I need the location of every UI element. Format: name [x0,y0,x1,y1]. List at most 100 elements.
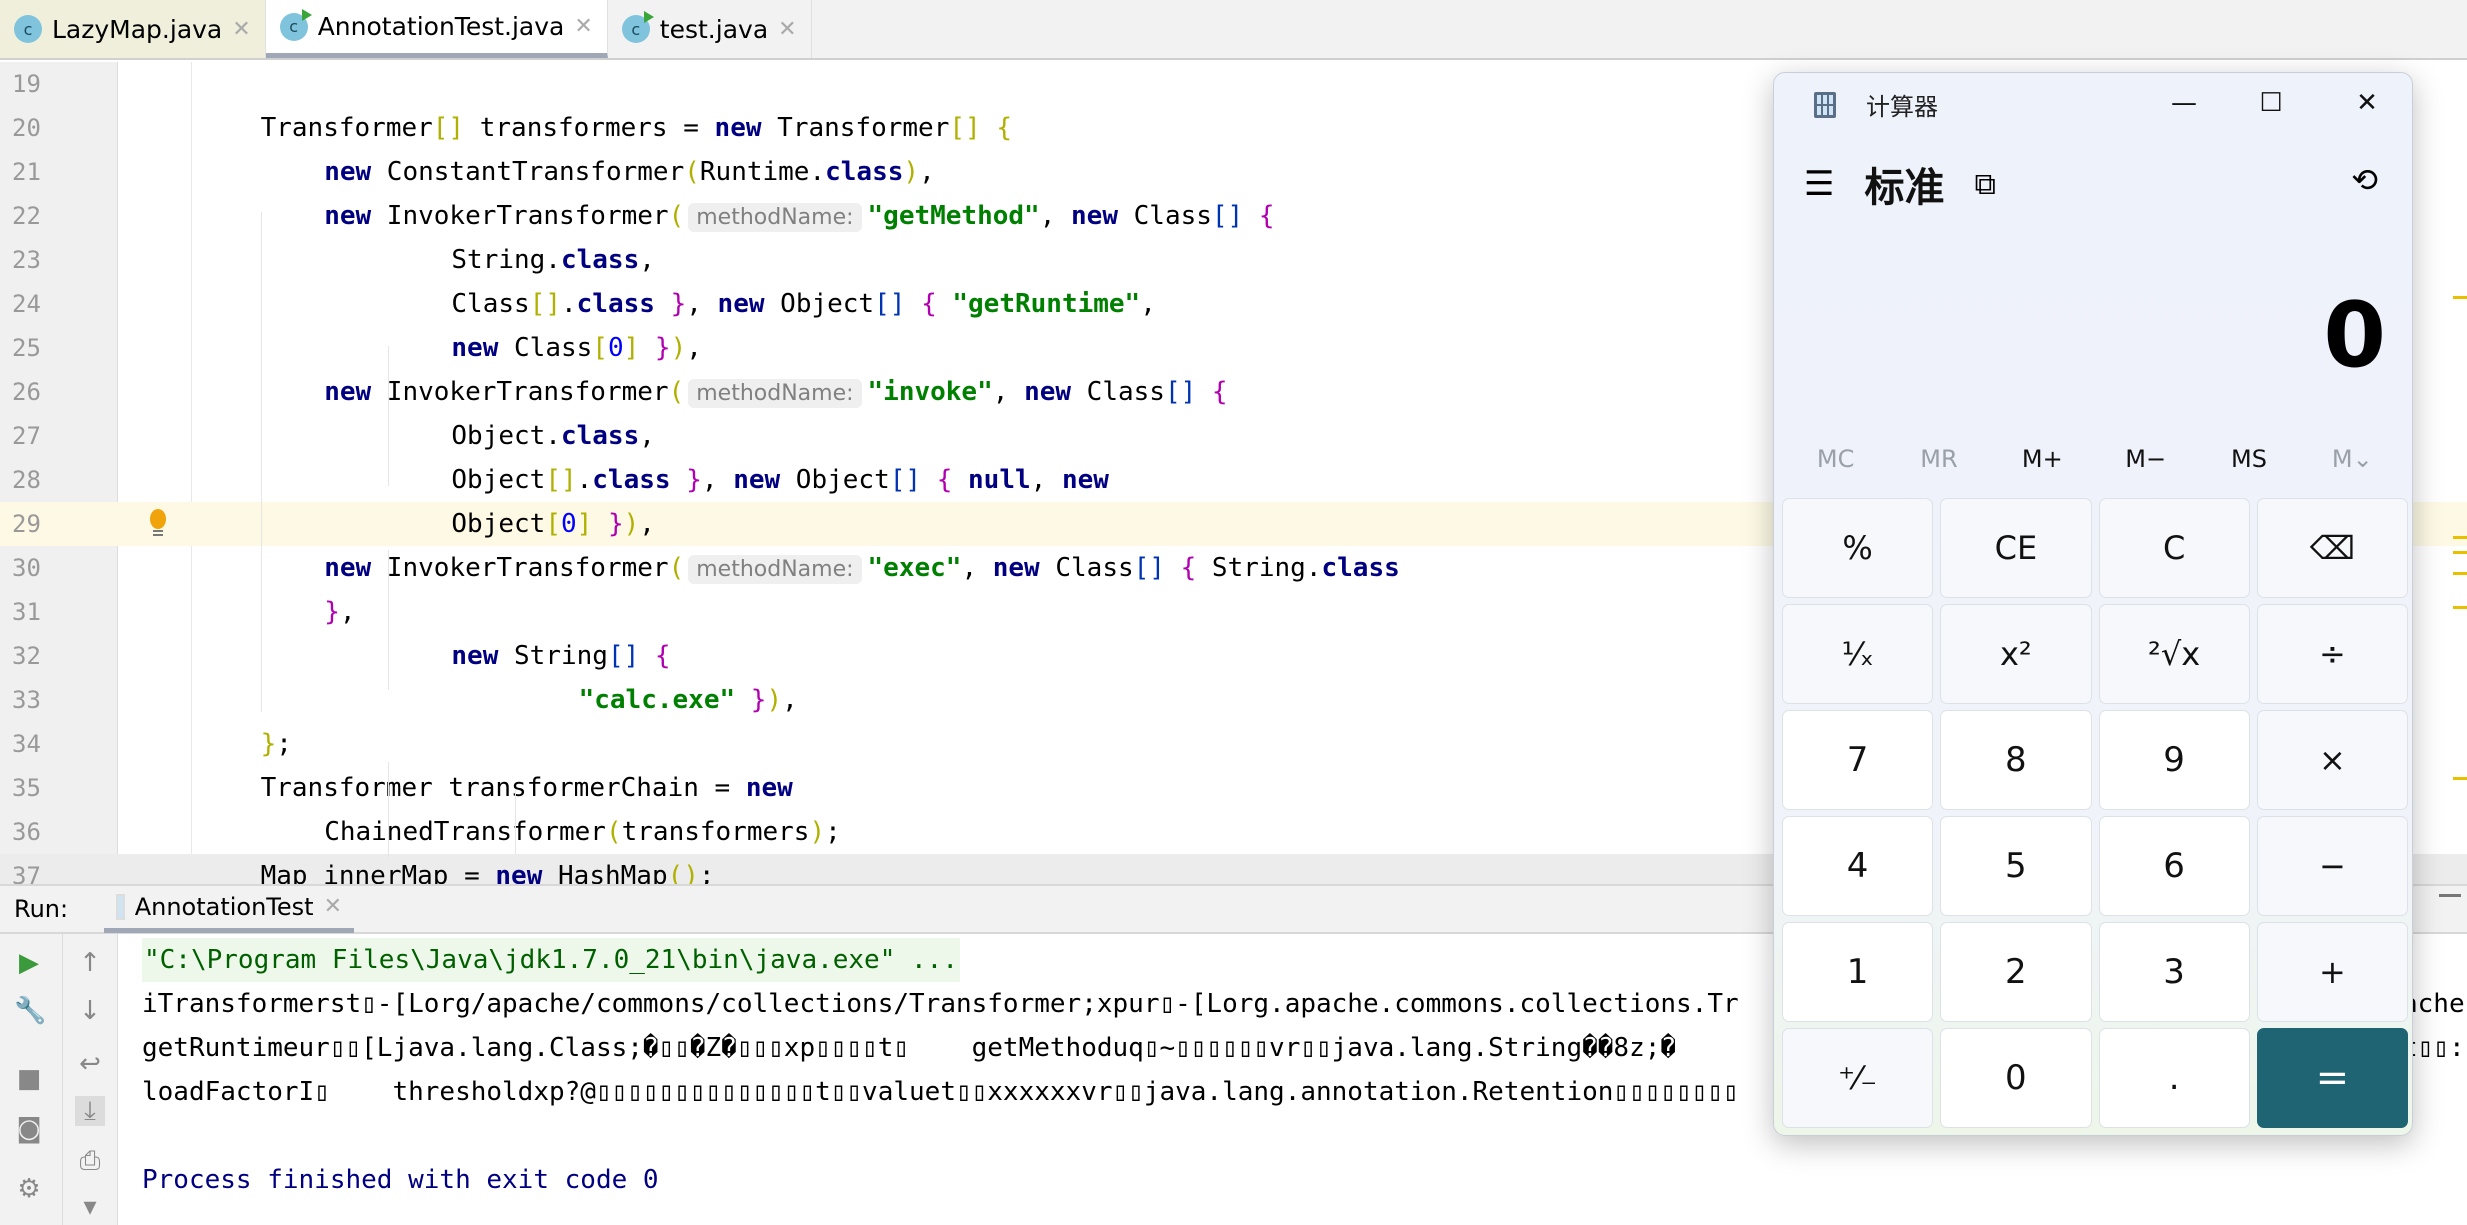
wrench-icon[interactable]: 🔧 [14,996,46,1026]
subtract-button[interactable]: − [2256,816,2408,916]
maximize-button[interactable]: ☐ [2246,83,2296,123]
close-icon[interactable]: ✕ [778,17,796,42]
digit-5-button[interactable]: 5 [1940,816,2092,916]
digit-3-button[interactable]: 3 [2098,922,2250,1022]
tab-test[interactable]: c test.java ✕ [608,0,812,58]
close-button[interactable]: ✕ [2342,83,2392,123]
code-token: ( [668,553,685,583]
clear-entry-button[interactable]: CE [1940,498,2092,598]
console-line: loadFactorI▯ thresholdxp?@▯▯▯▯▯▯▯▯▯▯▯▯▯▯… [142,1077,1739,1107]
equals-button[interactable]: = [2256,1028,2408,1128]
code-token: [ [545,509,561,539]
digit-4-button[interactable]: 4 [1782,816,1934,916]
memory-button[interactable]: M⌄ [2301,445,2404,473]
tab-annotationtest[interactable]: c AnnotationTest.java ✕ [265,0,608,58]
square-root-button[interactable]: ²√x [2098,604,2250,704]
settings-icon[interactable]: ⚙ [14,1174,44,1204]
code-token: { [1258,201,1275,231]
percent-button[interactable]: % [1782,498,1934,598]
code-token: String [498,641,608,671]
digit-7-button[interactable]: 7 [1782,710,1934,810]
reciprocal-button[interactable]: ¹⁄ₓ [1782,604,1934,704]
line-number: 34 [12,730,41,758]
soft-wrap-icon[interactable]: ↩ [75,1049,105,1079]
error-stripe-mark[interactable] [2453,296,2467,299]
code-token: String. [1196,553,1322,583]
line-number: 35 [12,774,41,802]
code-token: , [639,509,655,539]
code-token: 0 [607,333,624,363]
scroll-to-end-icon[interactable]: ⤓ [75,1096,105,1126]
run-config-icon [116,893,125,920]
negate-button[interactable]: ⁺⁄₋ [1782,1028,1934,1128]
error-stripe-mark[interactable] [2453,551,2467,554]
hamburger-menu-icon[interactable]: ☰ [1804,164,1834,204]
code-token: { [921,289,937,319]
arrow-up-icon[interactable]: ↑ [75,948,105,978]
code-token: . [576,465,593,495]
code-token: [] [432,113,465,143]
memory-button[interactable]: MR [1887,445,1990,473]
error-stripe-mark[interactable] [2453,536,2467,539]
close-icon[interactable]: ✕ [324,894,342,919]
print-icon[interactable]: ⎙ [75,1146,105,1176]
lightbulb-icon[interactable] [148,509,168,539]
add-button[interactable]: + [2256,922,2408,1022]
decimal-button[interactable]: . [2098,1028,2250,1128]
camera-icon[interactable]: ◙ [14,1114,44,1144]
console-line: getRuntimeur▯▯[Ljava.lang.Class;�▯▯�Z�▯▯… [142,1033,1677,1063]
trash-icon[interactable]: ▾ [75,1192,105,1222]
code-token: [ [592,333,608,363]
digit-0-button[interactable]: 0 [1940,1028,2092,1128]
close-icon[interactable]: ✕ [574,14,592,39]
digit-6-button[interactable]: 6 [2098,816,2250,916]
run-tab-annotationtest[interactable]: AnnotationTest ✕ [104,885,354,933]
keep-on-top-icon[interactable]: ⧉ [1974,167,1995,202]
multiply-button[interactable]: × [2256,710,2408,810]
rerun-icon[interactable]: ▶ [14,948,44,978]
memory-button[interactable]: M+ [1991,445,2094,473]
code-token: ; [825,817,841,847]
stop-icon[interactable]: ■ [14,1064,44,1094]
backspace-button[interactable]: ⌫ [2256,498,2408,598]
digit-1-button[interactable]: 1 [1782,922,1934,1022]
minimize-button[interactable]: — [2159,83,2209,123]
code-token: new [451,333,499,363]
code-token: String. [451,245,561,275]
code-token: ) [903,157,920,187]
history-icon[interactable]: ⟲ [2351,161,2378,199]
memory-button[interactable]: M− [2094,445,2197,473]
code-token: Map innerMap = [260,861,496,884]
code-token: () [667,861,699,884]
divide-button[interactable]: ÷ [2256,604,2408,704]
tab-lazymap[interactable]: c LazyMap.java ✕ [0,0,266,58]
error-stripe-mark[interactable] [2453,777,2467,780]
error-stripe-mark[interactable] [2453,572,2467,575]
code-text: Object[].class }, new Object[] { null, n… [451,458,1109,502]
code-token: ; [698,861,715,884]
code-token: class [1321,553,1400,583]
code-token: new [717,289,765,319]
code-token: Class [1071,377,1165,407]
parameter-hint: methodName: [688,203,862,232]
code-token: ] [623,333,640,363]
arrow-down-icon[interactable]: ↓ [75,996,105,1026]
digit-8-button[interactable]: 8 [1940,710,2092,810]
clear-button[interactable]: C [2098,498,2250,598]
digit-9-button[interactable]: 9 [2098,710,2250,810]
memory-button[interactable]: MS [2197,445,2300,473]
code-token: new [324,377,372,407]
digit-2-button[interactable]: 2 [1940,922,2092,1022]
code-token: } [654,333,671,363]
minimize-icon[interactable] [2439,894,2461,897]
memory-button[interactable]: MC [1784,445,1887,473]
line-number: 36 [12,818,41,846]
code-token: , [686,333,702,363]
error-stripe-mark[interactable] [2453,606,2467,609]
square-button[interactable]: x² [1940,604,2092,704]
close-icon[interactable]: ✕ [232,17,250,42]
